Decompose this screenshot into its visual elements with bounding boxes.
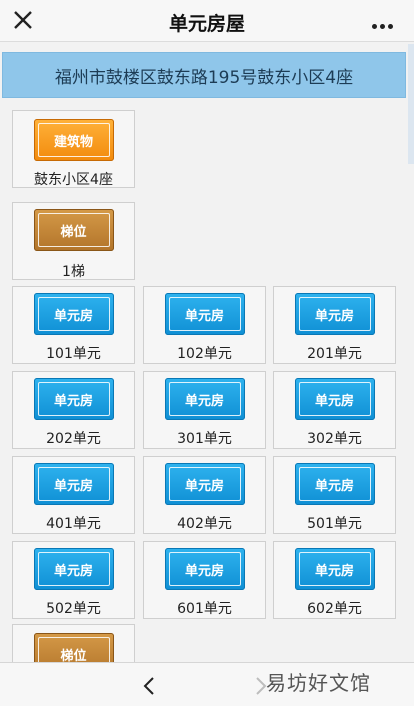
unit-badge: 单元房: [33, 378, 114, 420]
stairs-badge: 梯位: [33, 209, 114, 251]
side-strip: [408, 44, 414, 164]
unit-caption: 602单元: [307, 601, 362, 617]
unit-caption: 302单元: [307, 431, 362, 447]
unit-card[interactable]: 单元房 102单元: [143, 286, 266, 364]
building-card[interactable]: 建筑物 鼓东小区4座: [12, 110, 135, 188]
unit-card[interactable]: 单元房 601单元: [143, 541, 266, 619]
unit-card[interactable]: 单元房 302单元: [273, 371, 396, 449]
unit-card[interactable]: 单元房 202单元: [12, 371, 135, 449]
top-bar: 单元房屋: [0, 0, 414, 42]
back-button[interactable]: [140, 675, 158, 697]
unit-caption: 401单元: [46, 516, 101, 532]
unit-badge: 单元房: [164, 378, 245, 420]
unit-caption: 402单元: [177, 516, 232, 532]
address-bar: 福州市鼓楼区鼓东路195号鼓东小区4座: [2, 52, 406, 98]
building-caption: 鼓东小区4座: [34, 172, 113, 188]
unit-caption: 202单元: [46, 431, 101, 447]
unit-badge: 单元房: [294, 293, 375, 335]
unit-badge: 单元房: [164, 463, 245, 505]
unit-badge: 单元房: [294, 463, 375, 505]
unit-badge: 单元房: [164, 293, 245, 335]
unit-caption: 501单元: [307, 516, 362, 532]
more-icon: [372, 24, 377, 29]
unit-card[interactable]: 单元房 201单元: [273, 286, 396, 364]
unit-caption: 201单元: [307, 346, 362, 362]
unit-caption: 301单元: [177, 431, 232, 447]
building-badge: 建筑物: [33, 119, 114, 161]
unit-card[interactable]: 单元房 301单元: [143, 371, 266, 449]
unit-badge: 单元房: [33, 463, 114, 505]
unit-caption: 502单元: [46, 601, 101, 617]
stairs-card[interactable]: 梯位 1梯: [12, 202, 135, 280]
unit-card[interactable]: 单元房 501单元: [273, 456, 396, 534]
chevron-left-icon: [143, 677, 154, 695]
unit-badge: 单元房: [294, 548, 375, 590]
more-button[interactable]: [372, 14, 398, 29]
unit-caption: 101单元: [46, 346, 101, 362]
page-title: 单元房屋: [168, 13, 245, 35]
unit-caption: 102单元: [177, 346, 232, 362]
watermark-text: 易坊好文馆: [266, 671, 371, 695]
unit-caption: 601单元: [177, 601, 232, 617]
unit-card[interactable]: 单元房 401单元: [12, 456, 135, 534]
unit-card[interactable]: 单元房 602单元: [273, 541, 396, 619]
unit-card[interactable]: 单元房 402单元: [143, 456, 266, 534]
stairs-caption: 1梯: [62, 264, 85, 280]
unit-card[interactable]: 单元房 101单元: [12, 286, 135, 364]
unit-badge: 单元房: [294, 378, 375, 420]
unit-badge: 单元房: [33, 293, 114, 335]
bottom-toolbar: 易坊好文馆: [0, 662, 414, 706]
unit-badge: 单元房: [33, 548, 114, 590]
unit-badge: 单元房: [164, 548, 245, 590]
unit-card[interactable]: 单元房 502单元: [12, 541, 135, 619]
